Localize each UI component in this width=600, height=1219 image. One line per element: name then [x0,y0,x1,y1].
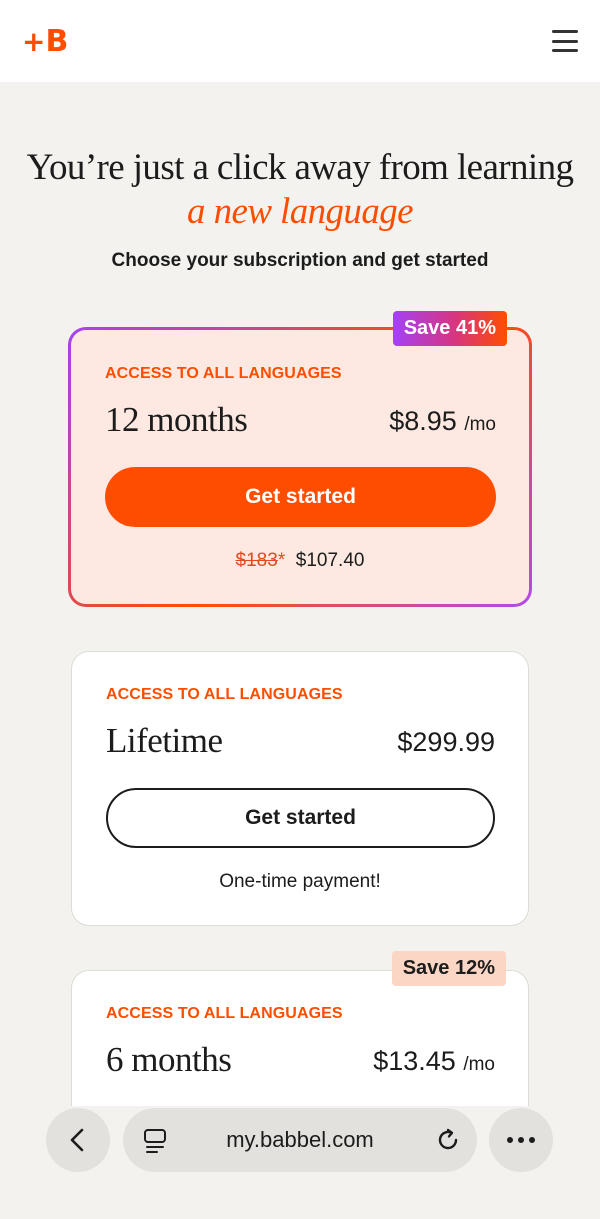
title-line: You’re just a click away from learning [26,147,574,188]
price-amount: $299.99 [397,727,495,757]
plan-access-label: ACCESS TO ALL LANGUAGES [106,1005,343,1022]
more-button[interactable] [489,1108,553,1172]
plan-price: $8.95 /mo [389,406,496,437]
back-icon [70,1128,84,1152]
back-button[interactable] [46,1108,110,1172]
savings-badge: Save 12% [391,951,506,986]
title-accent: a new language [187,191,414,232]
plan-note: One-time payment! [219,871,381,892]
price-footnote-marker: * [277,550,286,571]
plan-card-12-months: Save 41% ACCESS TO ALL LANGUAGES 12 mont… [68,311,532,607]
price-period: /mo [463,1054,495,1075]
get-started-button[interactable]: Get started [105,467,496,527]
page-title: You’re just a click away from learning a… [0,146,600,234]
savings-badge: Save 41% [392,311,507,346]
reload-icon[interactable] [435,1127,461,1153]
price-amount: $8.95 [389,406,457,436]
more-icon [507,1137,535,1143]
original-price: $183 [235,550,278,571]
plan-access-label: ACCESS TO ALL LANGUAGES [106,686,343,703]
plan-name: 6 months [106,1040,232,1079]
hamburger-menu-icon[interactable] [552,30,578,52]
plan-name: 12 months [105,400,248,439]
tabs-icon[interactable] [143,1128,167,1154]
site-header: + B [0,0,600,82]
plan-name: Lifetime [106,721,223,760]
plan-total: $183* $107.40 [71,550,529,572]
price-period: /mo [464,414,496,435]
plan-card-lifetime: ACCESS TO ALL LANGUAGES Lifetime $299.99… [71,651,529,926]
plan-access-label: ACCESS TO ALL LANGUAGES [105,365,342,382]
plan-price: $299.99 [397,727,495,758]
babbel-logo[interactable]: + B [22,23,68,59]
discounted-total: $107.40 [295,550,365,571]
logo-plus: + [22,24,45,58]
browser-toolbar: my.babbel.com [0,1106,600,1219]
url-text: my.babbel.com [226,1127,374,1152]
logo-letter: B [45,23,68,59]
address-bar[interactable]: my.babbel.com [123,1108,477,1172]
get-started-button[interactable]: Get started [106,788,495,848]
plan-price: $13.45 /mo [373,1046,495,1077]
page-subtitle: Choose your subscription and get started [111,250,489,271]
price-amount: $13.45 [373,1046,456,1076]
